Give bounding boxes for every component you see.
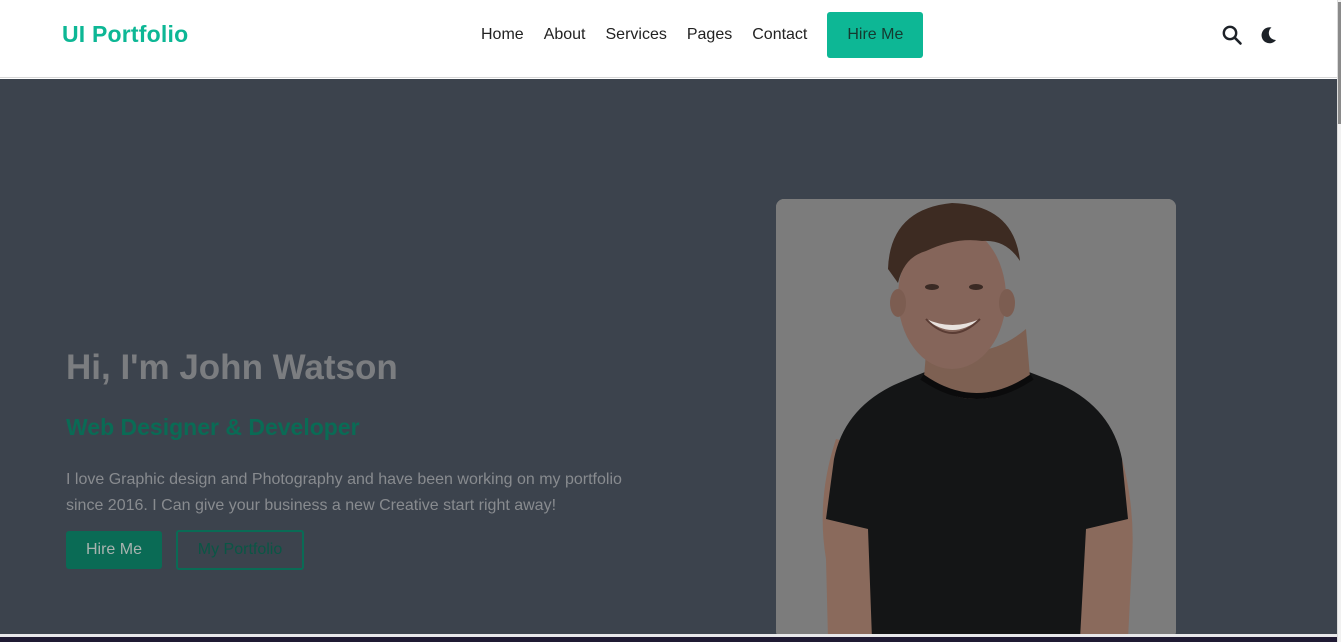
profile-photo (776, 199, 1176, 634)
nav-pages[interactable]: Pages (687, 26, 732, 44)
hero-section: Hi, I'm John Watson Web Designer & Devel… (0, 79, 1337, 634)
hero-subtitle: Web Designer & Developer (66, 414, 360, 440)
main-nav: Home About Services Pages Contact Hire M… (481, 12, 924, 58)
nav-contact[interactable]: Contact (752, 26, 807, 44)
bottom-edge (0, 634, 1341, 642)
hero-title: Hi, I'm John Watson (66, 348, 398, 387)
moon-icon[interactable] (1257, 24, 1279, 46)
search-icon[interactable] (1221, 24, 1243, 46)
hire-me-button[interactable]: Hire Me (66, 531, 162, 569)
header-actions (1221, 24, 1279, 46)
portrait-image (776, 199, 1176, 634)
bottom-bar (0, 637, 1341, 642)
hero-description: I love Graphic design and Photography an… (66, 471, 622, 514)
site-header: UI Portfolio Home About Services Pages C… (0, 0, 1337, 78)
my-portfolio-button[interactable]: My Portfolio (176, 530, 304, 570)
hire-me-nav-button[interactable]: Hire Me (827, 12, 924, 58)
nav-services[interactable]: Services (606, 26, 667, 44)
vertical-scrollbar[interactable] (1337, 0, 1341, 642)
site-logo[interactable]: UI Portfolio (62, 21, 188, 48)
nav-home[interactable]: Home (481, 26, 524, 44)
nav-about[interactable]: About (544, 26, 586, 44)
